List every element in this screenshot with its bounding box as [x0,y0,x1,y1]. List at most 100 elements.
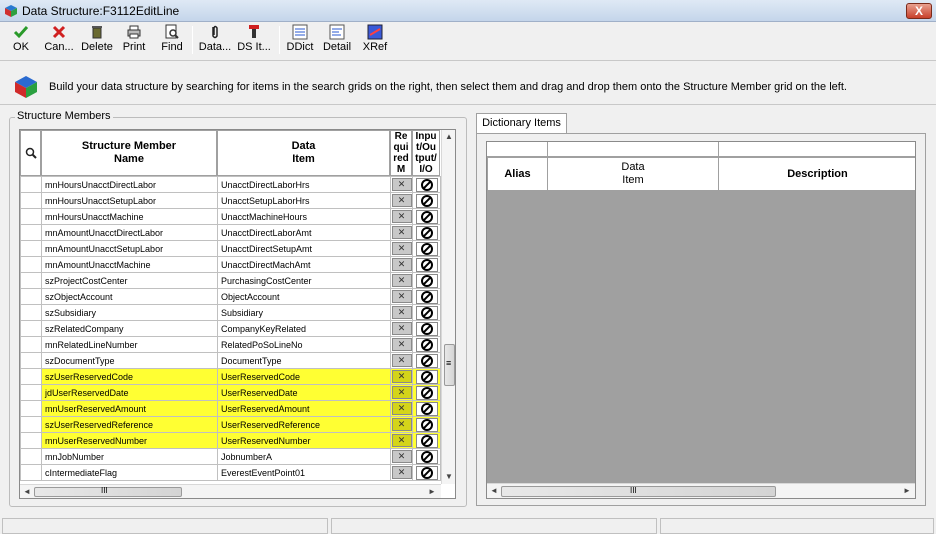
row-selector[interactable] [20,336,42,353]
table-row[interactable]: mnHoursUnacctMachine UnacctMachineHours ✕ [20,208,441,225]
io-cell[interactable] [412,368,441,385]
required-toggle-x-icon[interactable]: ✕ [391,290,412,303]
required-cell[interactable]: ✕ [390,352,413,369]
required-cell[interactable]: ✕ [390,432,413,449]
row-selector[interactable] [20,384,42,401]
structure-member-name-cell[interactable]: szUserReservedCode [41,368,218,385]
members-vertical-scrollbar[interactable]: ▲ ≡ ▼ [441,130,455,484]
io-cell[interactable] [412,224,441,241]
table-row[interactable]: mnRelatedLineNumber RelatedPoSoLineNo ✕ [20,336,441,353]
structure-member-name-cell[interactable]: szUserReservedReference [41,416,218,433]
dict-horizontal-scroll-thumb[interactable]: III [501,486,776,497]
row-selector[interactable] [20,448,42,465]
cancel-button[interactable]: Can... [43,24,75,56]
required-cell[interactable]: ✕ [390,256,413,273]
scroll-down-arrow[interactable]: ▼ [443,472,455,481]
io-button[interactable] [415,177,438,192]
required-toggle-x-icon[interactable]: ✕ [391,306,412,319]
required-toggle-x-icon[interactable]: ✕ [391,274,412,287]
data-item-cell[interactable]: UserReservedCode [217,368,391,385]
tab-dictionary-items[interactable]: Dictionary Items [476,113,567,134]
data-item-cell[interactable]: UserReservedNumber [217,432,391,449]
io-cell[interactable] [412,256,441,273]
table-row[interactable]: szObjectAccount ObjectAccount ✕ [20,288,441,305]
data-item-cell[interactable]: CompanyKeyRelated [217,320,391,337]
structure-member-name-cell[interactable]: mnHoursUnacctSetupLabor [41,192,218,209]
row-selector[interactable] [20,288,42,305]
io-cell[interactable] [412,176,441,193]
row-selector[interactable] [20,224,42,241]
io-button[interactable] [415,289,438,304]
find-button[interactable]: Find [158,24,186,56]
table-row[interactable]: mnUserReservedAmount UserReservedAmount ✕ [20,400,441,417]
vertical-scroll-thumb[interactable]: ≡ [444,344,455,386]
data-item-cell[interactable]: UnacctMachineHours [217,208,391,225]
grid-find-header[interactable] [20,130,41,176]
io-cell[interactable] [412,272,441,289]
dict-scroll-right-arrow[interactable]: ► [901,486,913,495]
required-cell[interactable]: ✕ [390,448,413,465]
table-row[interactable]: mnAmountUnacctSetupLabor UnacctDirectSetu… [20,240,441,257]
required-toggle-x-icon[interactable]: ✕ [391,402,412,415]
required-cell[interactable]: ✕ [390,336,413,353]
io-button[interactable] [415,449,438,464]
table-row[interactable]: szRelatedCompany CompanyKeyRelated ✕ [20,320,441,337]
structure-member-name-cell[interactable]: szSubsidiary [41,304,218,321]
io-button[interactable] [415,369,438,384]
io-cell[interactable] [412,208,441,225]
data-item-cell[interactable]: ObjectAccount [217,288,391,305]
table-row[interactable]: jdUserReservedDate UserReservedDate ✕ [20,384,441,401]
required-toggle-x-icon[interactable]: ✕ [391,178,412,191]
required-cell[interactable]: ✕ [390,384,413,401]
xref-button[interactable]: XRef [360,24,390,56]
io-button[interactable] [415,193,438,208]
ok-button[interactable]: OK [9,24,33,56]
table-row[interactable]: szDocumentType DocumentType ✕ [20,352,441,369]
row-selector[interactable] [20,304,42,321]
structure-member-name-cell[interactable]: cIntermediateFlag [41,464,218,481]
row-selector[interactable] [20,240,42,257]
table-row[interactable]: cIntermediateFlag EverestEventPoint01 ✕ [20,464,441,481]
structure-member-name-cell[interactable]: szDocumentType [41,352,218,369]
io-cell[interactable] [412,320,441,337]
required-cell[interactable]: ✕ [390,272,413,289]
required-cell[interactable]: ✕ [390,240,413,257]
data-item-cell[interactable]: UnacctDirectLaborAmt [217,224,391,241]
required-toggle-x-icon[interactable]: ✕ [391,370,412,383]
required-cell[interactable]: ✕ [390,208,413,225]
dictionary-horizontal-scrollbar[interactable]: ◄ III ► [487,483,915,498]
dictionary-data-item-header[interactable]: Data Item [547,157,719,191]
required-toggle-x-icon[interactable]: ✕ [391,434,412,447]
io-button[interactable] [415,241,438,256]
io-cell[interactable] [412,464,441,481]
data-item-cell[interactable]: Subsidiary [217,304,391,321]
scroll-right-arrow[interactable]: ► [426,487,438,496]
data-item-cell[interactable]: UserReservedDate [217,384,391,401]
io-button[interactable] [415,401,438,416]
required-cell[interactable]: ✕ [390,320,413,337]
io-button[interactable] [415,337,438,352]
detail-button[interactable]: Detail [321,24,353,56]
scroll-left-arrow[interactable]: ◄ [21,487,33,496]
required-cell[interactable]: ✕ [390,416,413,433]
row-selector[interactable] [20,208,42,225]
row-selector[interactable] [20,464,42,481]
structure-member-name-cell[interactable]: mnHoursUnacctDirectLabor [41,176,218,193]
structure-member-name-cell[interactable]: mnHoursUnacctMachine [41,208,218,225]
table-row[interactable]: mnHoursUnacctSetupLabor UnacctSetupLaborH… [20,192,441,209]
required-toggle-x-icon[interactable]: ✕ [391,242,412,255]
io-button[interactable] [415,385,438,400]
required-toggle-x-icon[interactable]: ✕ [391,322,412,335]
table-row[interactable]: mnAmountUnacctDirectLabor UnacctDirectLab… [20,224,441,241]
io-cell[interactable] [412,400,441,417]
io-cell[interactable] [412,384,441,401]
dict-scroll-left-arrow[interactable]: ◄ [488,486,500,495]
required-toggle-x-icon[interactable]: ✕ [391,386,412,399]
data-item-cell[interactable]: UnacctDirectMachAmt [217,256,391,273]
required-toggle-x-icon[interactable]: ✕ [391,354,412,367]
data-item-cell[interactable]: UserReservedAmount [217,400,391,417]
structure-member-name-cell[interactable]: szObjectAccount [41,288,218,305]
data-item-cell[interactable]: UnacctDirectSetupAmt [217,240,391,257]
data-item-cell[interactable]: UnacctDirectLaborHrs [217,176,391,193]
required-toggle-x-icon[interactable]: ✕ [391,226,412,239]
